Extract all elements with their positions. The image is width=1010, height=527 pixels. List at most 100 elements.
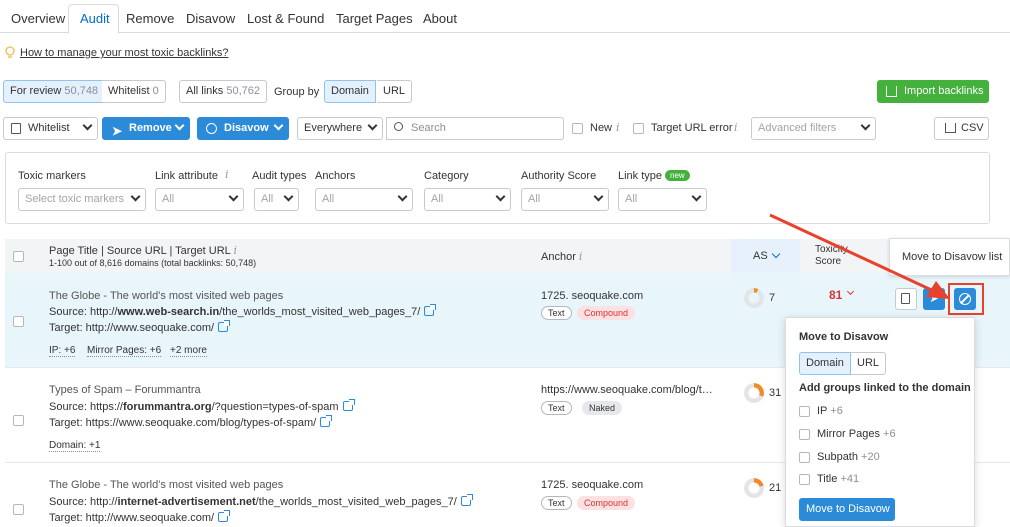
row-page-title: Types of Spam – Forummantra (49, 384, 201, 396)
ip-link[interactable]: IP: +6 (49, 345, 76, 357)
link-type-text: Link type (618, 170, 663, 182)
external-link-icon[interactable] (460, 494, 473, 506)
chevron-down-icon (593, 191, 604, 202)
select-all-checkbox[interactable] (13, 251, 24, 262)
authority-score-select[interactable]: All (521, 188, 609, 211)
advanced-filters-select[interactable]: Advanced filters (751, 117, 876, 140)
disavow-button[interactable]: Disavow (197, 117, 289, 140)
whitelist-button[interactable]: Whitelist (3, 117, 98, 140)
disavow-button-label: Disavow (224, 122, 269, 134)
search-input[interactable]: Search (386, 117, 564, 140)
option-subpath: Subpath +20 (817, 451, 880, 463)
external-link-icon[interactable] (424, 304, 437, 316)
external-link-icon[interactable] (218, 320, 231, 332)
tab-lost-found[interactable]: Lost & Found (247, 11, 324, 26)
info-icon: i (734, 121, 738, 134)
group-url-button[interactable]: URL (377, 80, 413, 103)
for-review-tab[interactable]: For review 50,748 (3, 80, 106, 103)
export-csv-button[interactable]: CSV (934, 117, 989, 140)
export-icon (945, 123, 956, 133)
whitelist-tab[interactable]: Whitelist 0 (102, 80, 166, 103)
target-error-checkbox[interactable] (633, 123, 644, 134)
info-icon: i (233, 244, 237, 257)
source-domain: www.web-search.in (117, 306, 220, 318)
chevron-down-icon (174, 120, 185, 131)
tag-compound: Compound (577, 306, 636, 320)
remove-button[interactable]: ➤ Remove (102, 117, 190, 140)
anchors-select[interactable]: All (315, 188, 413, 211)
disavow-icon (206, 123, 217, 134)
row-target-url[interactable]: Target: http://www.seoquake.com/ (49, 510, 231, 524)
row-source-url[interactable]: Source: http://www.web-search.in/the_wor… (49, 304, 437, 318)
link-attribute-value: All (162, 193, 175, 205)
source-path: /the_worlds_most_visited_web_pages_7/ (219, 306, 421, 318)
chevron-down-icon (130, 191, 141, 202)
row-target-url[interactable]: Target: http://www.seoquake.com/ (49, 320, 231, 334)
tab-remove[interactable]: Remove (126, 11, 174, 26)
source-domain: forummantra.org (122, 401, 212, 413)
tab-target-pages[interactable]: Target Pages (336, 11, 413, 26)
tag-text: Text (541, 496, 572, 510)
row-checkbox[interactable] (13, 316, 24, 327)
search-placeholder: Search (411, 122, 446, 134)
link-type-select[interactable]: All (618, 188, 707, 211)
link-attribute-select[interactable]: All (155, 188, 244, 211)
whitelist-button-label: Whitelist (28, 122, 70, 134)
move-to-disavow-menu: Move to Disavow Domain URL Add groups li… (785, 317, 975, 527)
external-link-icon[interactable] (342, 399, 355, 411)
target-error-label: Target URL error (651, 122, 733, 134)
column-page-title: Page Title | Source URL | Target URL i (49, 244, 237, 257)
option-label: Subpath (817, 451, 858, 463)
toxic-markers-placeholder: Select toxic markers (25, 193, 125, 205)
tag-text: Text (541, 306, 572, 320)
group-domain-button[interactable]: Domain (324, 80, 376, 103)
row-target-url[interactable]: Target: https://www.seoquake.com/blog/ty… (49, 415, 333, 429)
anchors-value: All (322, 193, 335, 205)
chevron-down-icon (397, 191, 408, 202)
all-links-label: All links (186, 85, 224, 97)
row-checkbox[interactable] (13, 415, 24, 426)
row-checkbox[interactable] (13, 504, 24, 515)
row-anchor: https://www.seoquake.com/blog/t… (541, 384, 713, 396)
info-icon: i (578, 250, 583, 263)
target-text: Target: http://www.seoquake.com/ (49, 322, 215, 334)
external-link-icon[interactable] (320, 415, 333, 427)
group-by-label: Group by (274, 86, 320, 98)
tab-overview[interactable]: Overview (11, 11, 65, 26)
tab-audit[interactable]: Audit (80, 11, 110, 26)
row-page-title: The Globe - The world's most visited web… (49, 479, 284, 491)
tab-disavow[interactable]: Disavow (186, 11, 235, 26)
menu-url-button[interactable]: URL (851, 352, 887, 375)
mirror-pages-link[interactable]: Mirror Pages: +6 (87, 345, 162, 357)
import-backlinks-button[interactable]: Import backlinks (877, 80, 989, 103)
everywhere-select[interactable]: Everywhere (297, 117, 383, 140)
option-count: +41 (840, 473, 860, 485)
move-to-disavow-button[interactable]: Move to Disavow (799, 498, 895, 521)
column-anchor[interactable]: Anchor i (541, 250, 582, 263)
row-source-url[interactable]: Source: https://forummantra.org/?questio… (49, 399, 355, 413)
new-checkbox[interactable] (572, 123, 583, 134)
toxic-markers-select[interactable]: Select toxic markers (18, 188, 146, 211)
as-value: 31 (769, 387, 782, 399)
link-type-value: All (625, 193, 638, 205)
audit-types-select[interactable]: All (254, 188, 299, 211)
menu-domain-button[interactable]: Domain (799, 352, 851, 375)
option-ip-checkbox[interactable] (799, 406, 810, 417)
tab-about[interactable]: About (423, 11, 457, 26)
annotation-arrow (769, 213, 950, 299)
all-links-tab[interactable]: All links 50,762 (179, 80, 268, 103)
whitelist-count: 0 (152, 85, 159, 97)
authority-score-value: All (528, 193, 541, 205)
row-source-url[interactable]: Source: http://internet-advertisement.ne… (49, 494, 473, 508)
option-subpath-checkbox[interactable] (799, 452, 810, 463)
category-select[interactable]: All (424, 188, 511, 211)
source-path: /the_worlds_most_visited_web_pages_7/ (255, 496, 457, 508)
domain-link[interactable]: Domain: +1 (49, 440, 101, 452)
option-title-checkbox[interactable] (799, 474, 810, 485)
external-link-icon[interactable] (218, 510, 231, 522)
source-prefix: Source: http:// (49, 306, 118, 318)
row-anchor: 1725. seoquake.com (541, 479, 644, 491)
more-link[interactable]: +2 more (170, 345, 207, 357)
help-link[interactable]: How to manage your most toxic backlinks? (20, 47, 228, 59)
option-mirror-checkbox[interactable] (799, 429, 810, 440)
